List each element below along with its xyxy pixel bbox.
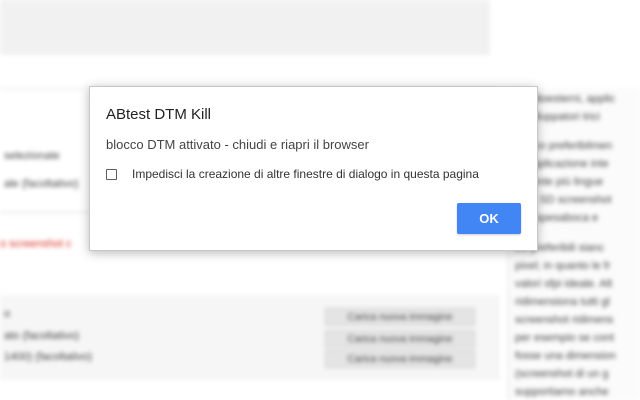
background-text-line: ale (facoltativo)	[4, 178, 79, 190]
background-side-text: fosse una dimension	[515, 350, 616, 362]
background-side-text: supportiamo anche	[515, 386, 609, 398]
background-side-text: per esempio se cont	[515, 332, 615, 344]
prevent-dialogs-option[interactable]: Impedisci la creazione di altre finestre…	[106, 167, 479, 181]
browser-page: selezionate ale (facoltativo) o screensh…	[0, 0, 640, 400]
prevent-dialogs-checkbox[interactable]	[106, 168, 117, 180]
background-upload-button: Carica nuova immagine	[325, 350, 475, 368]
background-text-line: selezionate	[4, 150, 60, 162]
background-top-bar	[0, 0, 490, 55]
background-text-line: ato (facoltativo)	[4, 330, 80, 342]
background-upload-button: Carica nuova immagine	[325, 330, 475, 348]
alert-dialog: ABtest DTM Kill blocco DTM attivato - ch…	[89, 86, 538, 251]
dialog-message: blocco DTM attivato - chiudi e riapri il…	[106, 137, 369, 152]
ok-button[interactable]: OK	[457, 203, 521, 234]
background-side-text: valori sfpi ideale. Alt	[515, 278, 613, 290]
background-text-line: 1400) (facoltativo)	[4, 351, 93, 363]
background-side-text: ridimensiona tutti gl	[515, 296, 610, 308]
background-warning-line: o screenshot c	[0, 238, 72, 250]
dialog-title: ABtest DTM Kill	[106, 106, 212, 123]
background-side-text: pixel; in quanto le fr	[515, 260, 611, 272]
prevent-dialogs-label: Impedisci la creazione di altre finestre…	[132, 167, 479, 181]
background-side-text: (screenshot di un g	[515, 368, 609, 380]
background-text-line: o	[4, 308, 11, 320]
background-upload-button: Carica nuova immagine	[325, 308, 475, 326]
background-side-text: screenshot ridimens	[515, 314, 614, 326]
